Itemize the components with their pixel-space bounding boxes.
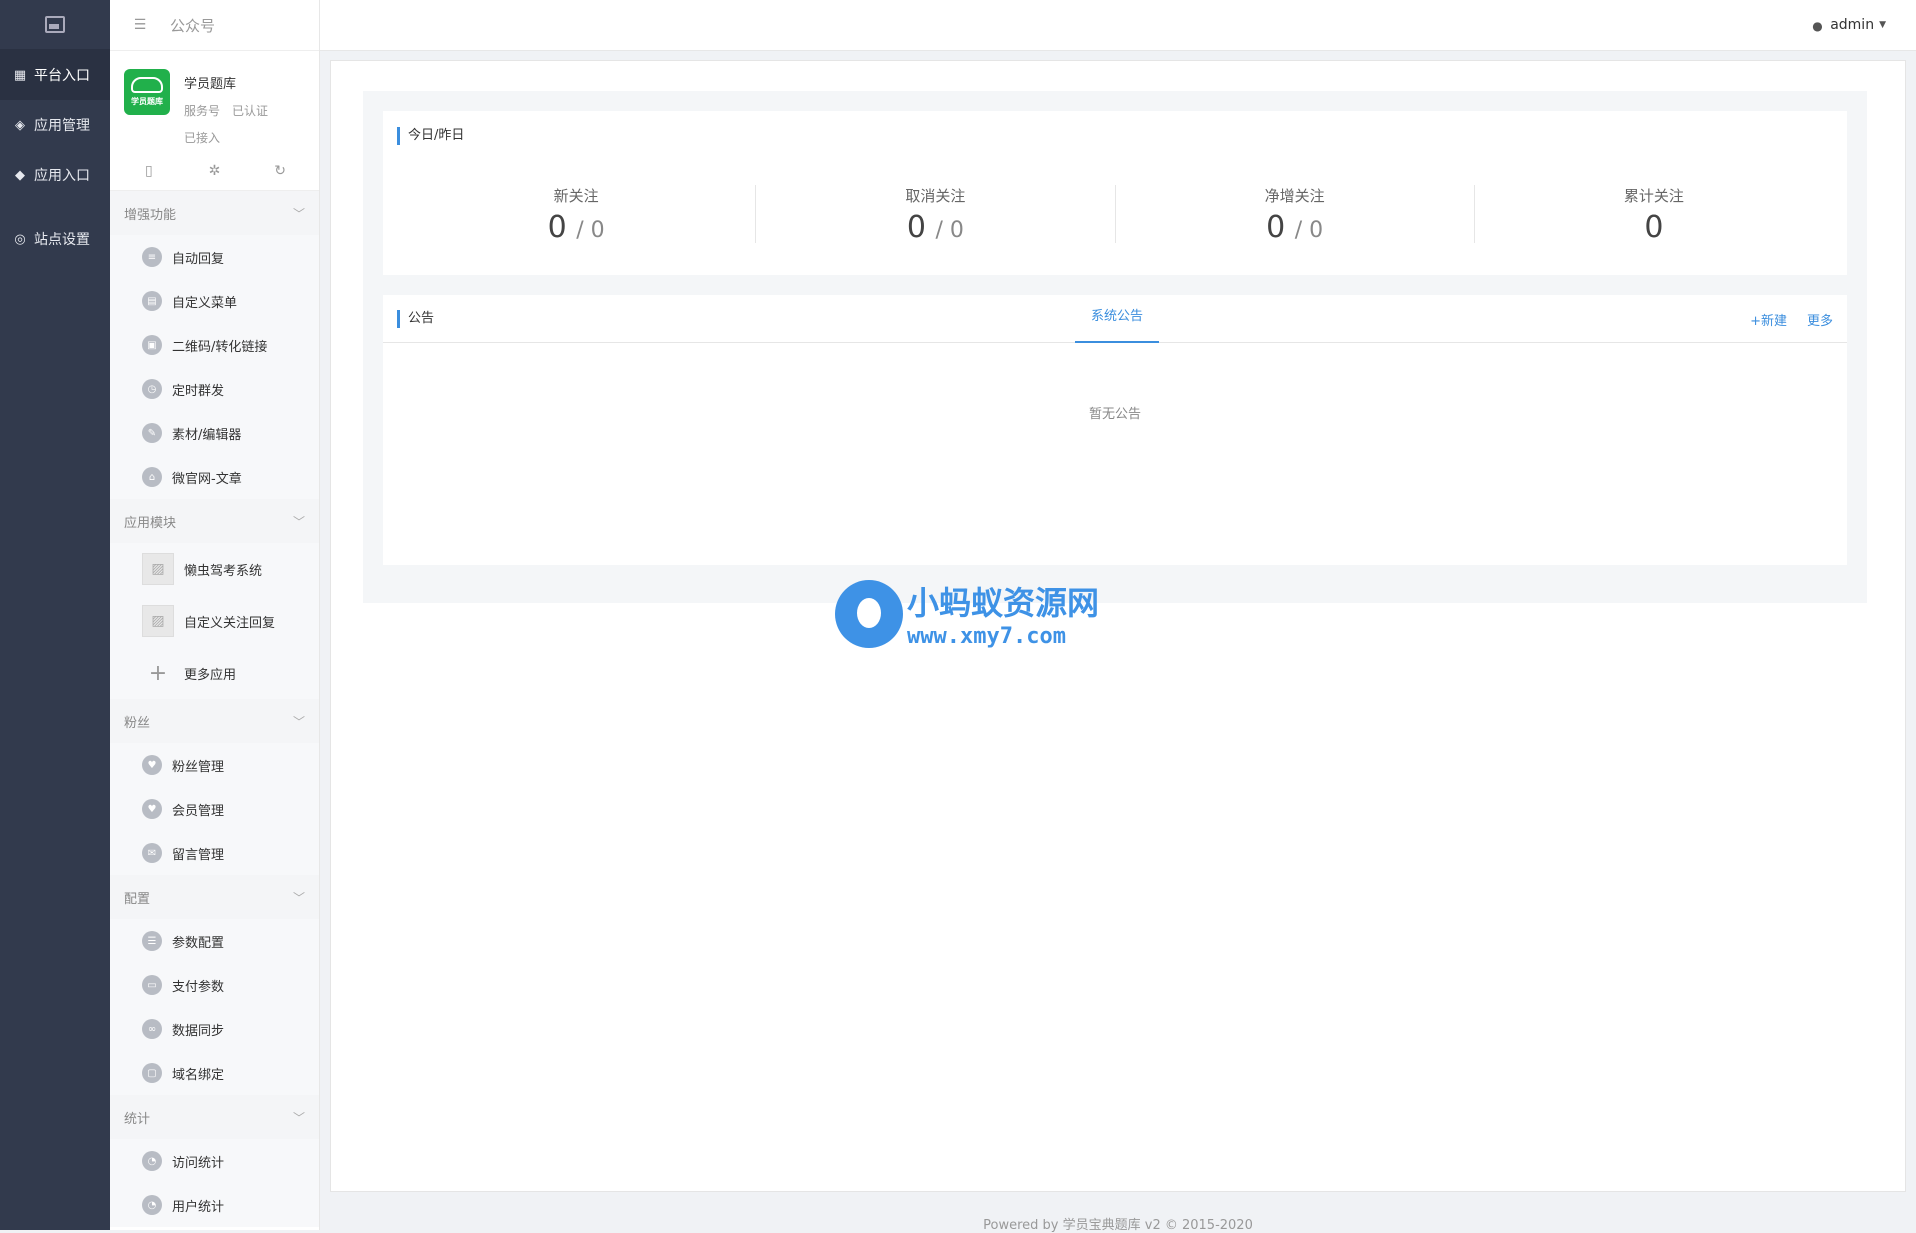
menu-toggle-icon[interactable]: ☰ [110, 17, 170, 33]
ant-logo-icon [835, 579, 903, 648]
new-notice-link[interactable]: +新建 [1750, 310, 1787, 329]
sidebar-item-material-editor[interactable]: ✎ 素材/编辑器 [110, 411, 319, 455]
main-content: 今日/昨日 新关注 0 / 0 取消关注 0 / 0 净增关注 0 / 0 累计… [330, 60, 1906, 1192]
wallet-icon: ▭ [142, 975, 162, 995]
sidebar-item-members[interactable]: ♥ 会员管理 [110, 787, 319, 831]
home-icon: ⌂ [142, 467, 162, 487]
group-enhanced[interactable]: 增强功能 ﹀ [110, 191, 319, 235]
sidebar-item-user-stats[interactable]: ◔ 用户统计 [110, 1183, 319, 1227]
account-verified: 已认证 [232, 104, 269, 118]
plus-icon: + [148, 660, 168, 686]
stat-total-follow: 累计关注 0 [1623, 187, 1684, 245]
nav-label: 平台入口 [34, 68, 90, 84]
top-bar: ● admin ▼ [320, 0, 1916, 51]
app-thumbnail-icon: ▨ [142, 553, 174, 585]
group-config[interactable]: 配置 ﹀ [110, 875, 319, 919]
list-icon: ☰ [142, 931, 162, 951]
chat-icon: ≡ [142, 247, 162, 267]
pie-chart-icon: ◔ [142, 1195, 162, 1215]
user-icon: ● [1812, 19, 1823, 33]
globe-icon: ◎ [14, 231, 26, 247]
nav-label: 应用入口 [34, 168, 90, 184]
mobile-icon[interactable]: ▯ [129, 163, 169, 179]
chevron-down-icon: ﹀ [292, 206, 305, 221]
notice-title: 公告 [397, 309, 434, 328]
heart-icon: ♥ [142, 799, 162, 819]
grid-icon: ▦ [13, 67, 27, 83]
empty-notice-text: 暂无公告 [1088, 407, 1141, 422]
tab-system-notice[interactable]: 系统公告 [1075, 295, 1159, 343]
account-status: 已接入 [184, 131, 221, 145]
sidebar-item-payment[interactable]: ▭ 支付参数 [110, 963, 319, 1007]
group-fans[interactable]: 粉丝 ﹀ [110, 699, 319, 743]
sidebar-item-sync[interactable]: ∞ 数据同步 [110, 1007, 319, 1051]
stats-panel: 今日/昨日 新关注 0 / 0 取消关注 0 / 0 净增关注 0 / 0 累计… [383, 111, 1847, 275]
sidebar-item-app-driving[interactable]: ▨ 懒虫驾考系统 [110, 543, 319, 595]
chevron-down-icon: ﹀ [292, 890, 305, 905]
sub-sidebar: ☰ 公众号 学员题库 学员题库 服务号 已认证 已接入 ▯ ✲ ↻ 增强功能 ﹀ ≡… [110, 0, 320, 1230]
sidebar-item-custom-menu[interactable]: ▤ 自定义菜单 [110, 279, 319, 323]
sidebar-item-visit-stats[interactable]: ◔ 访问统计 [110, 1139, 319, 1183]
main-nav: ▦ 平台入口 ◈ 应用管理 ◆ 应用入口 ◎ 站点设置 [0, 0, 110, 1230]
cubes-icon: ◈ [15, 117, 25, 133]
site-logo[interactable] [0, 0, 110, 50]
nav-platform-entry[interactable]: ▦ 平台入口 [0, 50, 110, 100]
account-name: 学员题库 [184, 77, 237, 92]
app-thumbnail-icon: ▨ [142, 605, 174, 637]
sidebar-item-messages[interactable]: ✉ 留言管理 [110, 831, 319, 875]
sidebar-title: 公众号 [170, 16, 216, 35]
stat-unfollow: 取消关注 0 / 0 [756, 185, 1116, 245]
sidebar-item-microsite[interactable]: ⌂ 微官网-文章 [110, 455, 319, 499]
more-link[interactable]: 更多 [1807, 310, 1833, 329]
sidebar-item-domain[interactable]: ▢ 域名绑定 [110, 1051, 319, 1095]
sidebar-item-scheduled-send[interactable]: ◷ 定时群发 [110, 367, 319, 411]
group-app-modules[interactable]: 应用模块 ﹀ [110, 499, 319, 543]
nav-label: 站点设置 [34, 232, 90, 248]
link-icon: ∞ [142, 1019, 162, 1039]
stats-title: 今日/昨日 [397, 127, 1833, 145]
watermark: 小蚂蚁资源网 www.xmy7.com [835, 578, 1099, 649]
account-type: 服务号 [184, 104, 221, 118]
pencil-icon: ✎ [142, 423, 162, 443]
account-card: 学员题库 学员题库 服务号 已认证 已接入 [110, 51, 319, 151]
stat-net-follow: 净增关注 0 / 0 [1116, 185, 1475, 245]
image-icon [45, 16, 65, 33]
notice-panel: 公告 系统公告 +新建 更多 暂无公告 [383, 295, 1847, 565]
sidebar-item-auto-reply[interactable]: ≡ 自动回复 [110, 235, 319, 279]
refresh-icon[interactable]: ↻ [260, 163, 300, 179]
user-menu[interactable]: ● admin ▼ [1812, 17, 1886, 33]
caret-down-icon: ▼ [1879, 20, 1886, 30]
sidebar-item-more-apps[interactable]: + 更多应用 [110, 647, 319, 699]
sidebar-item-params[interactable]: ☰ 参数配置 [110, 919, 319, 963]
chevron-down-icon: ﹀ [292, 1110, 305, 1125]
envelope-icon: ✉ [142, 843, 162, 863]
sidebar-item-app-follow-reply[interactable]: ▨ 自定义关注回复 [110, 595, 319, 647]
nav-app-management[interactable]: ◈ 应用管理 [0, 100, 110, 150]
clock-icon: ◷ [142, 379, 162, 399]
group-stats[interactable]: 统计 ﹀ [110, 1095, 319, 1139]
heart-icon: ♥ [142, 755, 162, 775]
document-icon: ▤ [142, 291, 162, 311]
sidebar-item-qrcode[interactable]: ▣ 二维码/转化链接 [110, 323, 319, 367]
nav-label: 应用管理 [34, 118, 90, 134]
chevron-down-icon: ﹀ [292, 514, 305, 529]
sidebar-item-fans[interactable]: ♥ 粉丝管理 [110, 743, 319, 787]
account-logo: 学员题库 [124, 69, 170, 115]
chevron-down-icon: ﹀ [292, 714, 305, 729]
monitor-icon: ▢ [142, 1063, 162, 1083]
qrcode-icon: ▣ [142, 335, 162, 355]
nav-app-entry[interactable]: ◆ 应用入口 [0, 150, 110, 200]
footer: Powered by 学员宝典题库 v2 © 2015-2020 [983, 1218, 1253, 1233]
stat-new-follow: 新关注 0 / 0 [397, 185, 757, 245]
watermark-name: 小蚂蚁资源网 [907, 584, 1100, 622]
gear-icon[interactable]: ✲ [194, 163, 234, 179]
watermark-url: www.xmy7.com [907, 624, 1066, 649]
nav-site-settings[interactable]: ◎ 站点设置 [0, 214, 110, 264]
pie-chart-icon: ◔ [142, 1151, 162, 1171]
cube-icon: ◆ [15, 167, 25, 183]
username: admin [1830, 17, 1875, 33]
